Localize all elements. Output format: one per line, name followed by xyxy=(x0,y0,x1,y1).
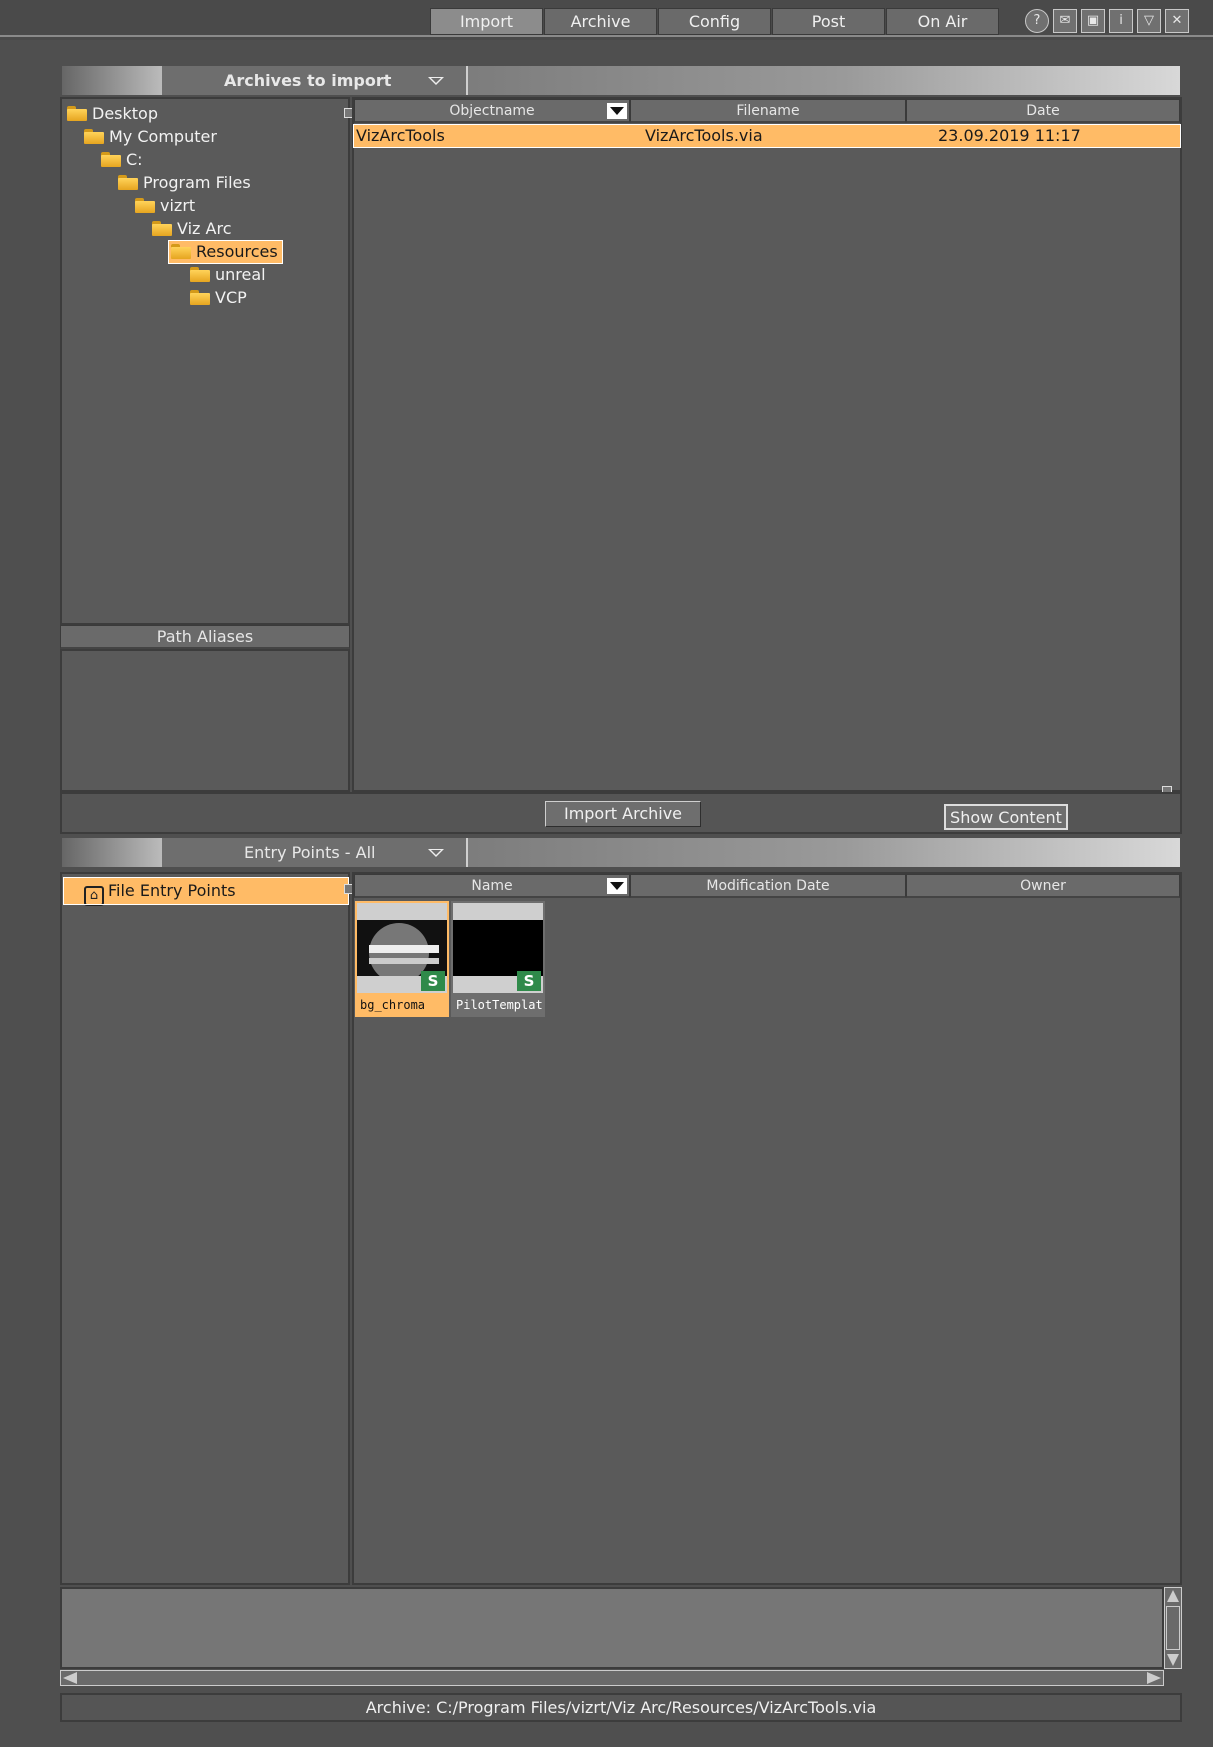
horizontal-scrollbar[interactable] xyxy=(60,1670,1164,1686)
tree-item-program-files[interactable]: Program Files xyxy=(118,172,251,194)
sort-down-icon[interactable] xyxy=(607,103,627,119)
header-gradient xyxy=(62,66,162,95)
scroll-right-icon[interactable] xyxy=(1147,1672,1161,1684)
archives-section-header: Archives to import xyxy=(62,66,1180,95)
scroll-left-icon[interactable] xyxy=(63,1672,77,1684)
column-modification-date[interactable]: Modification Date xyxy=(630,874,906,898)
folder-icon xyxy=(84,129,104,144)
cell-date: 23.09.2019 11:17 xyxy=(938,126,1081,145)
scene-label: PilotTemplat xyxy=(456,998,543,1012)
archives-dropdown-label: Archives to import xyxy=(224,71,392,90)
minimize-icon[interactable]: ▽ xyxy=(1137,9,1161,33)
folder-icon xyxy=(101,152,121,167)
tree-item-file-entry-points[interactable]: ⌂ File Entry Points xyxy=(63,877,349,906)
tab-config[interactable]: Config xyxy=(658,8,771,35)
import-archive-button[interactable]: Import Archive xyxy=(545,801,701,827)
scene-label: bg_chroma xyxy=(360,998,426,1012)
show-content-button[interactable]: Show Content xyxy=(944,804,1068,830)
tree-item-viz-arc[interactable]: Viz Arc xyxy=(152,218,232,240)
tree-item-c-drive[interactable]: C: xyxy=(101,149,143,171)
scroll-thumb[interactable] xyxy=(1166,1606,1180,1650)
tab-on-air[interactable]: On Air xyxy=(886,8,999,35)
entry-points-section-header: Entry Points - All xyxy=(62,838,1180,867)
screen-icon[interactable]: ▣ xyxy=(1081,9,1105,33)
scene-badge: S xyxy=(517,971,541,991)
tree-item-desktop[interactable]: Desktop xyxy=(67,103,158,125)
column-date[interactable]: Date xyxy=(906,99,1180,123)
log-output-area xyxy=(60,1587,1164,1669)
folder-icon xyxy=(118,175,138,190)
column-owner[interactable]: Owner xyxy=(906,874,1180,898)
entry-points-dropdown-label: Entry Points - All xyxy=(244,843,376,862)
top-menu-bar: Import Archive Config Post On Air ? ✉ ▣ … xyxy=(0,0,1213,40)
scene-thumbnail-pilot-template[interactable]: S PilotTemplat xyxy=(451,901,545,1017)
tab-import[interactable]: Import xyxy=(430,8,543,35)
vertical-scrollbar[interactable] xyxy=(1164,1587,1182,1669)
cell-filename: VizArcTools.via xyxy=(645,126,763,145)
tree-item-unreal[interactable]: unreal xyxy=(190,264,266,286)
info-icon[interactable]: i xyxy=(1109,9,1133,33)
table-row[interactable]: VizArcTools VizArcTools.via 23.09.2019 1… xyxy=(353,124,1181,148)
scene-preview-image: S xyxy=(357,903,447,993)
entry-tree-panel: ⌂ File Entry Points xyxy=(60,872,350,1585)
mail-icon[interactable]: ✉ xyxy=(1053,9,1077,33)
entry-list-panel: Name Modification Date Owner S bg_chroma… xyxy=(352,872,1182,1585)
scene-badge: S xyxy=(421,971,445,991)
scene-preview-image: S xyxy=(453,903,543,993)
column-filename[interactable]: Filename xyxy=(630,99,906,123)
chevron-down-icon xyxy=(428,849,444,857)
tree-item-my-computer[interactable]: My Computer xyxy=(84,126,217,148)
home-import-icon: ⌂ xyxy=(84,886,104,906)
top-bar-divider xyxy=(0,35,1213,37)
cell-objectname: VizArcTools xyxy=(356,126,445,145)
tab-archive[interactable]: Archive xyxy=(544,8,657,35)
chevron-down-icon xyxy=(428,77,444,85)
sort-down-icon[interactable] xyxy=(607,878,627,894)
help-icon[interactable]: ? xyxy=(1025,9,1049,33)
scroll-up-icon[interactable] xyxy=(1167,1590,1179,1602)
tree-item-vcp[interactable]: VCP xyxy=(190,287,247,309)
tree-item-vizrt[interactable]: vizrt xyxy=(135,195,195,217)
folder-icon xyxy=(171,244,191,259)
column-name[interactable]: Name xyxy=(354,874,630,898)
path-aliases-panel xyxy=(60,649,350,792)
folder-icon xyxy=(152,221,172,236)
close-icon[interactable]: ✕ xyxy=(1165,9,1189,33)
folder-icon xyxy=(190,267,210,282)
header-gradient xyxy=(62,838,162,867)
folder-icon xyxy=(67,106,87,121)
archives-dropdown[interactable]: Archives to import xyxy=(162,66,468,95)
folder-icon xyxy=(190,290,210,305)
import-action-bar: Import Archive Show Content xyxy=(60,792,1182,834)
scroll-down-icon[interactable] xyxy=(1167,1654,1179,1666)
tree-item-resources[interactable]: Resources xyxy=(168,240,283,264)
path-aliases-header: Path Aliases xyxy=(60,625,350,649)
archive-path-status: Archive: C:/Program Files/vizrt/Viz Arc/… xyxy=(60,1693,1182,1722)
column-objectname[interactable]: Objectname xyxy=(354,99,630,123)
folder-icon xyxy=(135,198,155,213)
entry-points-dropdown[interactable]: Entry Points - All xyxy=(162,838,468,867)
tab-post[interactable]: Post xyxy=(772,8,885,35)
scene-thumbnail-bg-chroma[interactable]: S bg_chroma xyxy=(355,901,449,1017)
folder-tree-panel: Desktop My Computer C: Program Files viz… xyxy=(60,97,350,625)
archive-list-panel: Objectname Filename Date VizArcTools Viz… xyxy=(352,97,1182,792)
